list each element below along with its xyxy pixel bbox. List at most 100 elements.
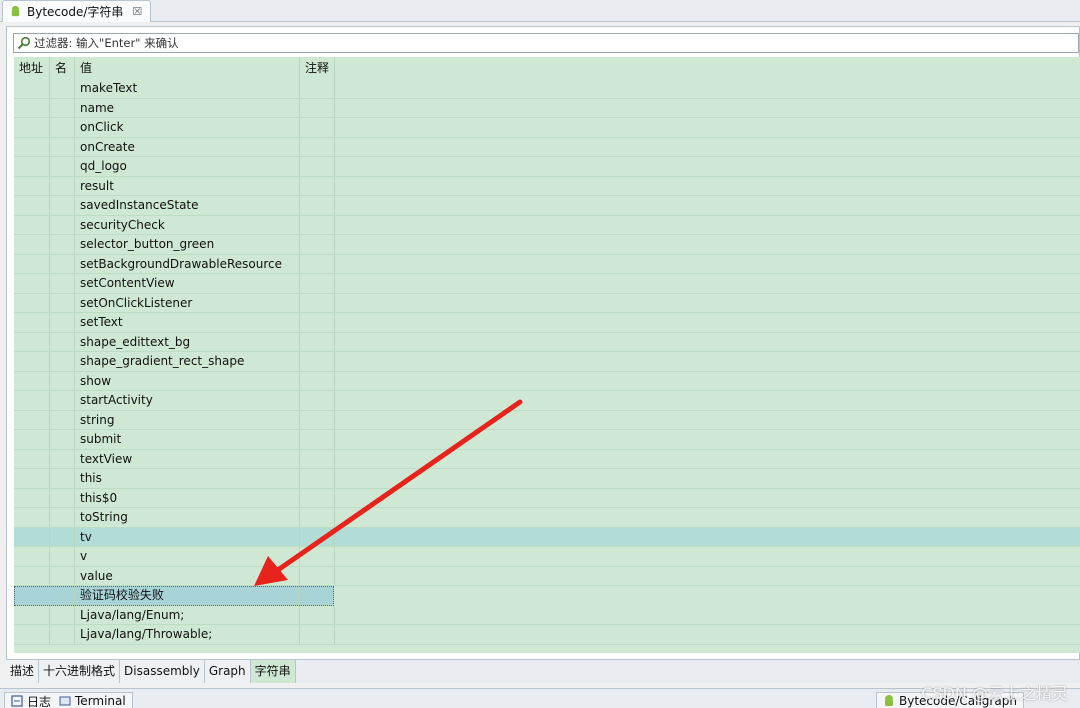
table-row[interactable]: makeText <box>14 79 1080 99</box>
cell-note <box>300 625 335 644</box>
cell-addr <box>14 488 50 507</box>
table-row[interactable]: setText <box>14 313 1080 333</box>
cell-filler <box>335 469 1080 488</box>
table-row[interactable]: this <box>14 469 1080 489</box>
table-row[interactable]: securityCheck <box>14 215 1080 235</box>
cell-name <box>50 235 75 254</box>
header-value[interactable]: 值 <box>75 57 300 79</box>
table-row[interactable]: textView <box>14 449 1080 469</box>
tab-label: Bytecode/字符串 <box>27 5 124 19</box>
cell-note <box>300 79 335 98</box>
close-icon[interactable]: ☒ <box>132 5 142 18</box>
bottom-tab[interactable]: 字符串 <box>250 660 296 683</box>
header-name[interactable]: 名 <box>50 57 75 79</box>
cell-addr <box>14 469 50 488</box>
app-window: Bytecode/字符串 ☒ 过滤器: 输入"Enter" 来确认 地址 名 值… <box>0 0 1080 708</box>
bottom-tab[interactable]: 描述 <box>6 660 40 683</box>
filter-input[interactable]: 过滤器: 输入"Enter" 来确认 <box>13 33 1079 53</box>
tab-bytecode-strings[interactable]: Bytecode/字符串 ☒ <box>2 0 152 22</box>
cell-filler <box>335 294 1080 313</box>
tab-log-label: 日志 <box>27 694 52 708</box>
cell-addr <box>14 371 50 390</box>
cell-name <box>50 176 75 195</box>
table-row[interactable]: onClick <box>14 118 1080 138</box>
cell-value: Ljava/lang/Enum; <box>75 605 300 624</box>
table-row[interactable]: toString <box>14 508 1080 528</box>
cell-name <box>50 508 75 527</box>
table-row[interactable]: setOnClickListener <box>14 293 1080 313</box>
cell-addr <box>14 137 50 156</box>
cell-value: makeText <box>75 79 300 98</box>
cell-name <box>50 118 75 137</box>
cell-filler <box>335 430 1080 449</box>
table-row[interactable]: submit <box>14 430 1080 450</box>
tab-terminal-label[interactable]: Terminal <box>75 694 126 708</box>
table-row[interactable]: onCreate <box>14 137 1080 157</box>
cell-value: onClick <box>75 118 300 137</box>
cell-name <box>50 625 75 644</box>
table-row[interactable]: tv <box>14 527 1080 547</box>
cell-note <box>300 430 335 449</box>
cell-value: show <box>75 371 300 390</box>
table-row[interactable]: savedInstanceState <box>14 196 1080 216</box>
table-row[interactable]: startActivity <box>14 391 1080 411</box>
cell-addr <box>14 605 50 624</box>
bottom-tab-bar: 描述 十六进制格式 Disassembly Graph 字符串 <box>6 659 1080 683</box>
log-icon <box>11 695 23 707</box>
table-row[interactable]: value <box>14 566 1080 586</box>
cell-addr <box>14 98 50 117</box>
cell-addr <box>14 79 50 98</box>
cell-addr <box>14 352 50 371</box>
editor-tab-bar: Bytecode/字符串 ☒ <box>0 0 1080 22</box>
table-row[interactable]: selector_button_green <box>14 235 1080 255</box>
table-row[interactable]: show <box>14 371 1080 391</box>
cell-addr <box>14 235 50 254</box>
cell-note <box>300 196 335 215</box>
cell-name <box>50 547 75 566</box>
table-row[interactable]: result <box>14 176 1080 196</box>
table-row[interactable]: this$0 <box>14 488 1080 508</box>
table-row[interactable]: string <box>14 410 1080 430</box>
cell-name <box>50 254 75 273</box>
cell-note <box>300 527 335 546</box>
cell-name <box>50 391 75 410</box>
bottom-tab[interactable]: Disassembly <box>120 660 205 683</box>
cell-filler <box>335 274 1080 293</box>
cell-value: savedInstanceState <box>75 196 300 215</box>
table-row[interactable]: 验证码校验失败 <box>14 586 335 606</box>
bottom-tab[interactable]: 十六进制格式 <box>39 660 121 683</box>
table-row[interactable]: Ljava/lang/Enum; <box>14 605 1080 625</box>
cell-value: name <box>75 98 300 117</box>
cell-value: securityCheck <box>75 215 300 234</box>
table-row[interactable]: shape_edittext_bg <box>14 332 1080 352</box>
bottom-tab[interactable]: Graph <box>204 660 251 683</box>
cell-addr <box>14 391 50 410</box>
table-row[interactable]: setContentView <box>14 274 1080 294</box>
cell-value: textView <box>75 449 300 468</box>
cell-filler <box>335 567 1080 586</box>
cell-note <box>300 235 335 254</box>
table-row[interactable]: name <box>14 98 1080 118</box>
cell-name <box>50 79 75 98</box>
table-row[interactable]: setBackgroundDrawableResource <box>14 254 1080 274</box>
cell-filler <box>335 391 1080 410</box>
cell-value: qd_logo <box>75 157 300 176</box>
table-body: makeText name onClick onCreate qd_logo result… <box>14 79 1080 645</box>
table-row[interactable]: v <box>14 547 1080 567</box>
tab-log[interactable]: 日志 Terminal <box>4 692 133 708</box>
cell-value: selector_button_green <box>75 235 300 254</box>
cell-filler <box>335 313 1080 332</box>
cell-note <box>300 98 335 117</box>
cell-filler <box>335 489 1080 508</box>
cell-name <box>50 527 75 546</box>
cell-value: result <box>75 176 300 195</box>
table-row[interactable]: shape_gradient_rect_shape <box>14 352 1080 372</box>
table-row[interactable]: qd_logo <box>14 157 1080 177</box>
cell-addr <box>14 215 50 234</box>
cell-value: tv <box>75 527 300 546</box>
header-note[interactable]: 注释 <box>300 57 335 79</box>
cell-value: toString <box>75 508 300 527</box>
header-addr[interactable]: 地址 <box>14 57 50 79</box>
cell-filler <box>335 79 1080 98</box>
table-row[interactable]: Ljava/lang/Throwable; <box>14 625 1080 645</box>
